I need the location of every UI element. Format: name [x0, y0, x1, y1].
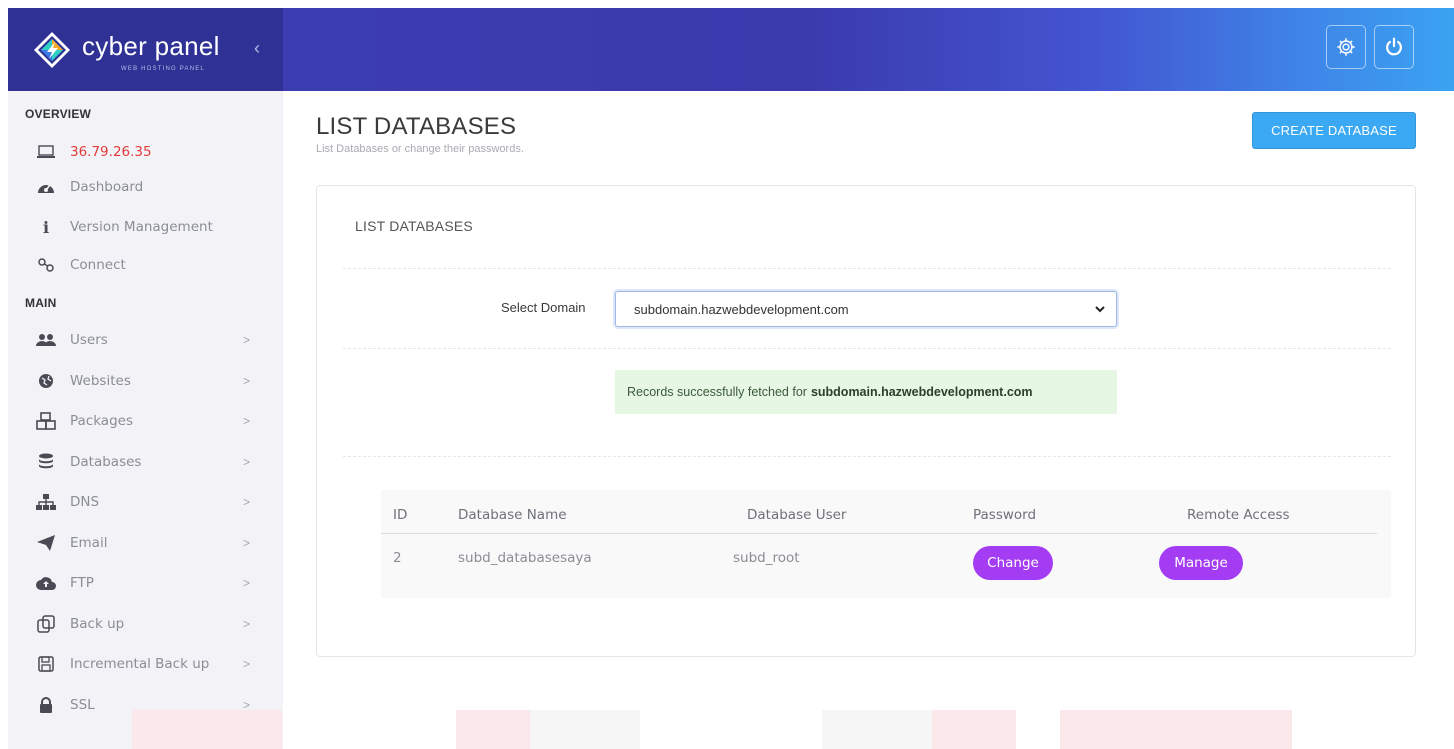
column-header-password: Password — [973, 507, 1037, 523]
paper-plane-icon — [36, 534, 56, 552]
sidebar-item-websites[interactable]: Websites > — [8, 361, 283, 401]
sidebar-item-server-ip[interactable]: 36.79.26.35 — [8, 132, 283, 172]
chevron-down-icon — [1095, 306, 1105, 313]
logout-button[interactable] — [1374, 25, 1414, 69]
select-domain-label: Select Domain — [501, 300, 586, 315]
sidebar-item-ftp[interactable]: FTP > — [8, 563, 283, 603]
sidebar-item-label: DNS — [70, 494, 100, 510]
alert-domain: subdomain.hazwebdevelopment.com — [810, 385, 1033, 399]
power-icon — [1386, 37, 1402, 56]
table-header-divider — [381, 533, 1377, 534]
globe-icon — [36, 372, 56, 390]
sidebar-section-overview: OVERVIEW — [25, 107, 92, 121]
chevron-right-icon: > — [243, 455, 251, 469]
decorative-block — [822, 710, 932, 749]
brand-name[interactable]: cyber panel — [82, 31, 220, 62]
users-icon — [36, 331, 56, 349]
decorative-block — [132, 710, 282, 749]
sidebar-item-backup[interactable]: Back up > — [8, 604, 283, 644]
page-subtitle: List Databases or change their passwords… — [316, 143, 524, 155]
sidebar-item-label: Version Management — [70, 219, 213, 235]
dashboard-icon — [36, 178, 56, 196]
domain-select-value: subdomain.hazwebdevelopment.com — [634, 301, 849, 317]
decorative-block — [530, 710, 640, 749]
create-database-button[interactable]: CREATE DATABASE — [1252, 112, 1416, 149]
laptop-icon — [36, 143, 56, 161]
sidebar-item-incremental-backup[interactable]: Incremental Back up > — [8, 644, 283, 684]
brand-tagline: WEB HOSTING PANEL — [121, 66, 205, 72]
packages-icon — [36, 412, 56, 430]
decorative-block — [932, 710, 1016, 749]
cell-id: 2 — [393, 550, 402, 566]
success-alert: Records successfully fetched for subdoma… — [615, 370, 1117, 414]
settings-button[interactable] — [1326, 25, 1366, 69]
chevron-right-icon: > — [243, 495, 251, 509]
lock-icon — [36, 696, 56, 714]
gear-icon — [1337, 38, 1355, 56]
sidebar-item-label: Incremental Back up — [70, 656, 210, 672]
sidebar-item-label: Databases — [70, 454, 142, 470]
sidebar-item-label: Packages — [70, 413, 133, 429]
chevron-right-icon: > — [243, 414, 251, 428]
chevron-left-icon[interactable]: ‹ — [254, 38, 260, 59]
alert-text: Records successfully fetched for — [627, 385, 807, 399]
chevron-right-icon: > — [243, 374, 251, 388]
chevron-right-icon: > — [243, 617, 251, 631]
save-icon — [36, 655, 56, 673]
column-header-remote-access: Remote Access — [1187, 507, 1290, 523]
decorative-block — [456, 710, 530, 749]
sidebar-item-label: Websites — [70, 373, 131, 389]
column-header-database-name: Database Name — [458, 507, 567, 523]
sidebar-item-users[interactable]: Users > — [8, 320, 283, 360]
sidebar-item-label: Connect — [70, 257, 126, 273]
card-title: LIST DATABASES — [355, 218, 473, 234]
sidebar-item-label: SSL — [70, 697, 95, 713]
column-header-database-user: Database User — [747, 507, 847, 523]
sidebar-item-label: 36.79.26.35 — [70, 144, 152, 160]
change-password-button[interactable]: Change — [973, 546, 1053, 580]
decorative-block — [1060, 710, 1292, 749]
brand-area: cyber panel WEB HOSTING PANEL ‹ — [8, 8, 283, 91]
divider — [343, 348, 1391, 349]
info-icon: i — [42, 217, 50, 237]
divider — [343, 456, 1391, 457]
sidebar-section-main: MAIN — [25, 296, 57, 310]
cyberpanel-logo-icon — [34, 32, 70, 68]
cell-database-user: subd_root — [733, 550, 800, 566]
sidebar-item-label: FTP — [70, 575, 94, 591]
connect-icon — [36, 256, 56, 274]
chevron-right-icon: > — [243, 536, 251, 550]
top-header: cyber panel WEB HOSTING PANEL ‹ — [8, 8, 1454, 91]
cell-database-name: subd_databasesaya — [458, 550, 592, 566]
divider — [343, 268, 1391, 269]
database-icon — [36, 453, 56, 471]
sitemap-icon — [36, 493, 56, 511]
sidebar-item-label: Users — [70, 332, 108, 348]
sidebar-item-version-management[interactable]: i Version Management — [8, 207, 283, 247]
chevron-right-icon: > — [243, 576, 251, 590]
cloud-upload-icon — [36, 574, 56, 592]
sidebar-item-dns[interactable]: DNS > — [8, 482, 283, 522]
sidebar-item-connect[interactable]: Connect — [8, 245, 283, 285]
sidebar-item-label: Email — [70, 535, 108, 551]
chevron-right-icon: > — [243, 333, 251, 347]
databases-table: ID Database Name Database User Password … — [381, 490, 1391, 598]
list-databases-card: LIST DATABASES Select Domain subdomain.h… — [316, 185, 1416, 657]
page-title: LIST DATABASES — [316, 113, 517, 140]
sidebar-item-packages[interactable]: Packages > — [8, 401, 283, 441]
sidebar-item-label: Dashboard — [70, 179, 144, 195]
sidebar-item-label: Back up — [70, 616, 125, 632]
sidebar-item-email[interactable]: Email > — [8, 523, 283, 563]
sidebar-item-databases[interactable]: Databases > — [8, 442, 283, 482]
backup-icon — [36, 615, 56, 633]
chevron-right-icon: > — [243, 657, 251, 671]
manage-remote-access-button[interactable]: Manage — [1159, 546, 1243, 580]
sidebar-item-dashboard[interactable]: Dashboard — [8, 167, 283, 207]
column-header-id: ID — [393, 507, 408, 523]
domain-select[interactable]: subdomain.hazwebdevelopment.com — [615, 291, 1117, 327]
sidebar: OVERVIEW 36.79.26.35 Dashboard i Version… — [8, 91, 283, 749]
